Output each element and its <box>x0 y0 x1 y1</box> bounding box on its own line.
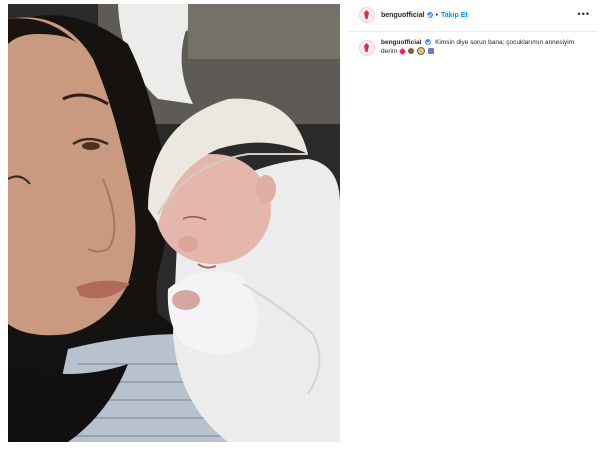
verified-badge-icon <box>426 12 433 18</box>
avatar[interactable] <box>359 7 375 23</box>
post-header: benguofficial • Takip Et ••• <box>348 4 598 26</box>
person-face-icon <box>427 48 434 55</box>
follow-button[interactable]: Takip Et <box>441 12 468 19</box>
more-options-icon[interactable]: ••• <box>578 10 590 19</box>
heart-icon <box>399 47 407 55</box>
caption: benguofficial Kimsin diye sorun bana; ço… <box>348 38 598 56</box>
caption-avatar[interactable] <box>359 40 375 56</box>
mother-and-newborn-photo <box>8 4 340 442</box>
separator-dot: • <box>435 11 439 19</box>
verified-badge-icon <box>425 39 432 46</box>
post-photo[interactable] <box>8 4 340 442</box>
post-sidebar: benguofficial • Takip Et ••• benguoffici… <box>348 4 598 442</box>
baby-face-icon <box>416 47 425 56</box>
caption-username[interactable]: benguofficial <box>381 39 421 46</box>
username[interactable]: benguofficial <box>381 12 425 19</box>
woman-face-icon <box>407 48 414 55</box>
instagram-post: benguofficial • Takip Et ••• benguoffici… <box>8 4 598 442</box>
caption-body: benguofficial Kimsin diye sorun bana; ço… <box>381 38 591 56</box>
divider <box>348 31 598 32</box>
